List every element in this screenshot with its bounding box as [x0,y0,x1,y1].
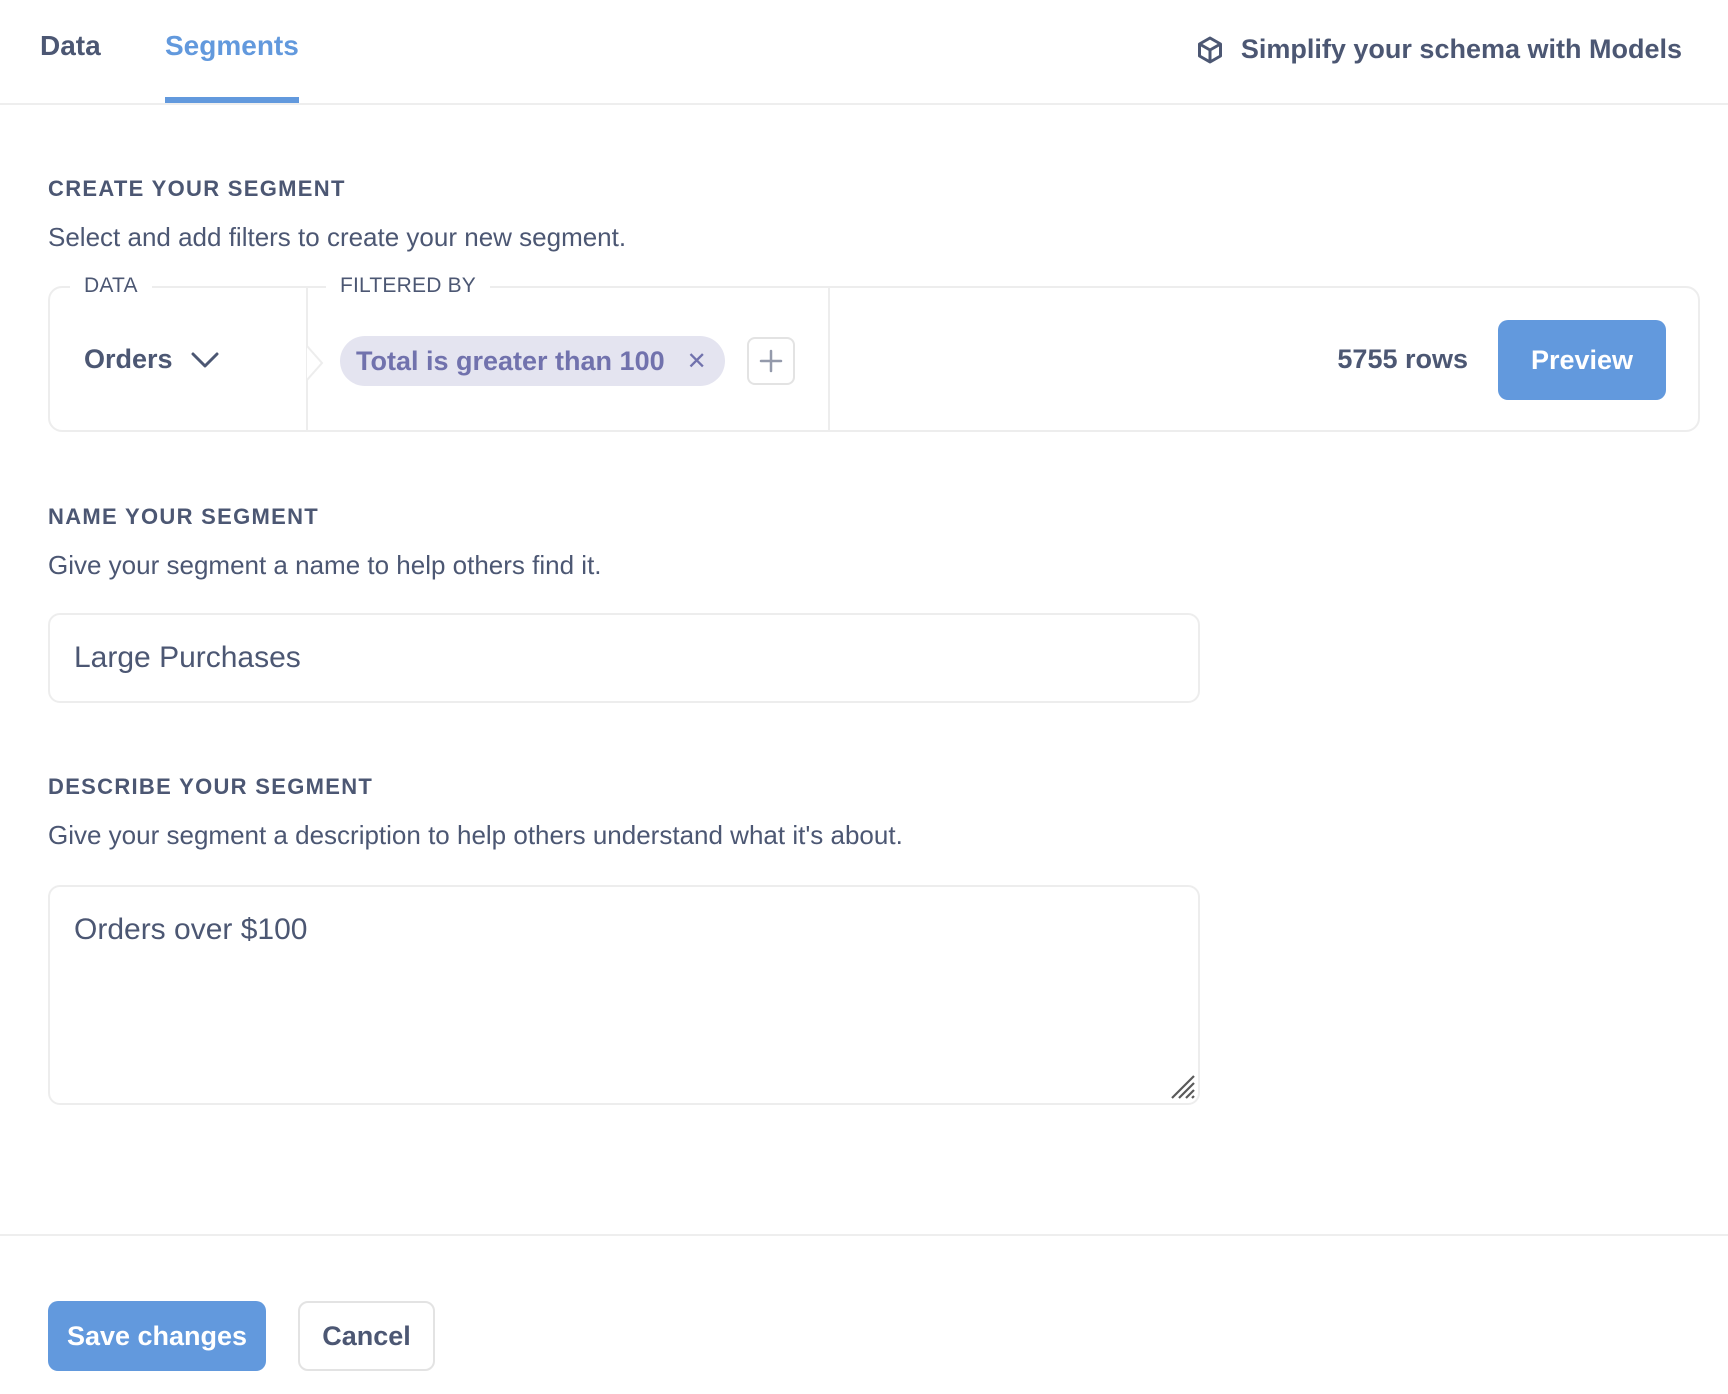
row-count: 5755 rows [1337,344,1468,374]
segment-description-textarea[interactable]: Orders over $100 [48,885,1200,1105]
tab-segments[interactable]: Segments [165,30,299,103]
resize-handle-icon[interactable] [1170,1074,1196,1100]
describe-segment-description: Give your segment a description to help … [48,820,903,850]
models-link-label: Simplify your schema with Models [1240,34,1682,64]
data-legend: DATA [70,274,152,298]
add-filter-button[interactable] [747,337,795,385]
data-source-select[interactable]: Orders [84,344,219,375]
tab-segments-label: Segments [165,30,299,61]
tab-data-label: Data [40,30,101,61]
models-link[interactable]: Simplify your schema with Models [1197,34,1682,65]
describe-segment-title: DESCRIBE YOUR SEGMENT [48,774,374,799]
chevron-down-icon [191,352,219,367]
create-segment-description: Select and add filters to create your ne… [48,222,627,252]
preview-button[interactable]: Preview [1498,320,1666,400]
builder-divider [828,288,830,430]
cube-icon [1197,36,1222,63]
filtered-by-legend: FILTERED BY [326,274,491,298]
create-segment-title: CREATE YOUR SEGMENT [48,176,346,201]
segment-query-builder: DATA FILTERED BY Orders Total is greater… [48,274,1700,432]
plus-icon [759,349,783,373]
data-source-label: Orders [84,344,173,374]
active-tab-indicator [165,97,299,103]
footer-divider [0,1234,1728,1236]
segment-name-input[interactable] [48,613,1200,703]
name-segment-title: NAME YOUR SEGMENT [48,504,320,529]
cancel-button[interactable]: Cancel [298,1301,435,1371]
tab-data[interactable]: Data [40,30,101,103]
name-segment-description: Give your segment a name to help others … [48,550,602,580]
top-nav: Data Segments Simplify your schema with … [0,0,1728,105]
filter-pill[interactable]: Total is greater than 100 ✕ [340,336,725,386]
step-arrow [306,338,324,388]
close-icon[interactable]: ✕ [687,347,707,376]
save-changes-button[interactable]: Save changes [48,1301,266,1371]
filter-label: Total is greater than 100 [356,345,665,376]
